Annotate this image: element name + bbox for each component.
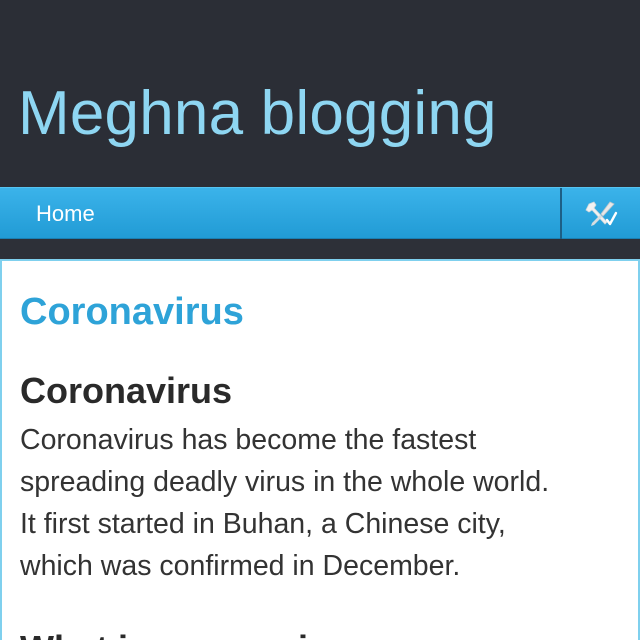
nav-home-link[interactable]: Home [36,188,95,240]
next-section-heading: What is coronavirus [20,627,364,640]
post-card: Coronavirus Coronavirus Coronavirus has … [0,259,640,640]
post-title-link[interactable]: Coronavirus [20,289,244,335]
post-body-line: spreading deadly virus in the whole worl… [20,466,550,498]
tools-icon [585,201,618,226]
page: Meghna blogging Home Coronavirus Coronav… [0,0,640,640]
post-heading: Coronavirus [20,370,233,411]
post-body-line: Coronavirus has become the fastest [20,424,477,456]
post-body-line: which was confirmed in December. [20,550,461,582]
site-title[interactable]: Meghna blogging [18,78,497,150]
tools-menu-button[interactable] [562,188,640,240]
site-header: Meghna blogging [0,0,640,187]
post-body-line: It first started in Buhan, a Chinese cit… [20,508,506,540]
nav-bar: Home [0,187,640,240]
post-body: Coronavirus has become the fastest sprea… [20,419,630,587]
nav-content-gap [0,239,640,259]
